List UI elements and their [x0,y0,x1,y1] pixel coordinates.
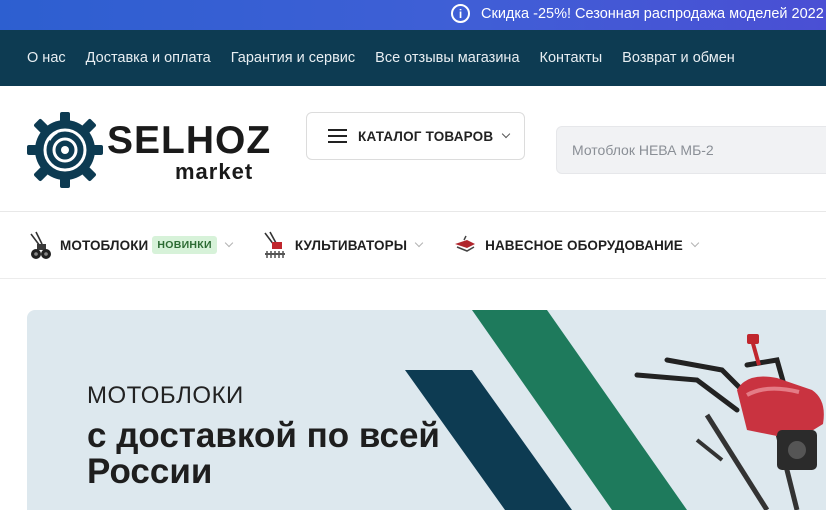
logo[interactable]: SELHOZ market [27,110,277,190]
category-label: МОТОБЛОКИ [60,237,149,253]
new-badge: НОВИНКИ [152,236,217,254]
info-icon: i [451,4,470,23]
category-cultivators[interactable]: КУЛЬТИВАТОРЫ [262,230,424,260]
chevron-down-icon [224,238,234,248]
top-nav: О нас Доставка и оплата Гарантия и серви… [0,30,826,86]
catalog-button-label: КАТАЛОГ ТОВАРОВ [358,128,494,144]
promo-bar: i Скидка -25%! Сезонная распродажа модел… [0,0,826,30]
motoblock-product-image [634,334,824,510]
logo-wordmark: SELHOZ [107,119,272,162]
attachment-icon [455,235,476,252]
category-label: НАВЕСНОЕ ОБОРУДОВАНИЕ [485,237,683,253]
hero-kicker: МОТОБЛОКИ [87,382,244,409]
nav-link-reviews[interactable]: Все отзывы магазина [375,50,519,66]
catalog-button[interactable]: КАТАЛОГ ТОВАРОВ [306,112,525,160]
nav-link-returns[interactable]: Возврат и обмен [622,50,735,66]
motoblock-icon [30,231,51,259]
hero-title: с доставкой по всей России [87,416,440,491]
nav-link-delivery[interactable]: Доставка и оплата [86,50,211,66]
category-motoblocks[interactable]: МОТОБЛОКИ НОВИНКИ [27,230,234,260]
chevron-down-icon [690,238,700,248]
nav-link-contacts[interactable]: Контакты [540,50,603,66]
chevron-down-icon [502,129,511,139]
cultivator-icon [264,231,285,258]
promo-content[interactable]: i Скидка -25%! Сезонная распродажа модел… [451,4,826,23]
search-input[interactable] [556,126,826,174]
menu-icon [328,129,347,143]
chevron-down-icon [414,238,424,248]
nav-link-about[interactable]: О нас [27,50,66,66]
nav-link-warranty[interactable]: Гарантия и сервис [231,50,355,66]
header: SELHOZ market КАТАЛОГ ТОВАРОВ [0,86,826,212]
logo-subtitle: market [175,159,254,184]
promo-text: Скидка -25%! Сезонная распродажа моделей… [481,5,826,22]
category-label: КУЛЬТИВАТОРЫ [294,237,408,253]
gear-logo-icon [27,112,103,188]
category-attachments[interactable]: НАВЕСНОЕ ОБОРУДОВАНИЕ [452,230,700,260]
category-nav: МОТОБЛОКИ НОВИНКИ КУЛЬТИВАТОРЫ НАВЕСНОЕ … [0,212,826,279]
hero-banner[interactable]: МОТОБЛОКИ с доставкой по всей России [27,310,826,510]
